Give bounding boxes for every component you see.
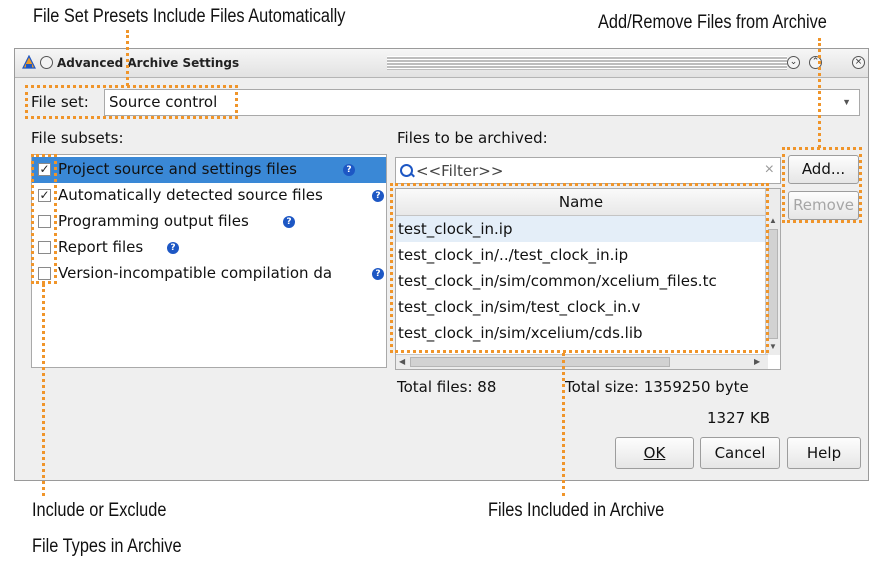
scroll-down-icon[interactable]: ▼ [769, 342, 777, 351]
guide-checkbox-column-box [31, 154, 57, 284]
help-icon[interactable]: ? [343, 164, 355, 176]
guide-file-set-box [25, 85, 238, 119]
chevron-down-icon: ▼ [842, 97, 851, 107]
callout-files-included: Files Included in Archive [488, 500, 665, 521]
files-to-archive-label: Files to be archived: [397, 129, 548, 147]
subset-label: Project source and settings files [58, 160, 297, 178]
callout-include-exclude-1: Include or Exclude [32, 500, 167, 521]
callout-add-remove: Add/Remove Files from Archive [598, 12, 827, 33]
title-grip [387, 56, 787, 70]
title-bar[interactable]: Advanced Archive Settings ⌄ ⌃ × [15, 49, 868, 78]
guide-include-exclude-stem [42, 284, 45, 496]
list-item-version-incompatible[interactable]: Version-incompatible compilation da ? [32, 261, 386, 287]
close-icon[interactable]: × [852, 56, 865, 69]
help-button[interactable]: Help [787, 437, 861, 469]
subset-label: Report files [58, 238, 144, 256]
search-icon [400, 164, 413, 177]
window-title: Advanced Archive Settings [57, 56, 240, 70]
clear-icon[interactable]: × [765, 161, 774, 179]
help-icon[interactable]: ? [372, 190, 384, 202]
ok-button[interactable]: OK [615, 437, 694, 469]
file-subsets-label: File subsets: [31, 129, 124, 147]
subset-label: Automatically detected source files [58, 186, 323, 204]
filter-placeholder: <<Filter>> [416, 162, 504, 180]
list-item-report-files[interactable]: Report files ? [32, 235, 386, 261]
list-item-auto-detected[interactable]: ✓ Automatically detected source files ? [32, 183, 386, 209]
subset-label: Version-incompatible compilation da [58, 264, 333, 282]
guide-file-set-stem [126, 30, 129, 86]
horizontal-scrollbar[interactable]: ◀ ▶ [396, 354, 768, 369]
guide-files-stem [562, 353, 565, 496]
list-item-programming-output[interactable]: Programming output files ? [32, 209, 386, 235]
guide-add-remove-stem [818, 38, 821, 148]
file-subsets-list: ✓ Project source and settings files ? ✓ … [31, 154, 387, 368]
total-size: Total size: 1359250 byte [565, 378, 749, 396]
callout-include-exclude-2: File Types in Archive [32, 536, 182, 557]
quartus-app-icon [22, 55, 36, 69]
help-icon[interactable]: ? [283, 216, 295, 228]
help-icon[interactable]: ? [372, 268, 384, 280]
list-item-project-source[interactable]: ✓ Project source and settings files ? [32, 157, 386, 183]
guide-files-box [390, 183, 769, 353]
window-menu-icon[interactable] [40, 56, 53, 69]
horizontal-scroll-thumb[interactable] [410, 357, 670, 367]
scroll-left-icon[interactable]: ◀ [399, 357, 405, 366]
scroll-right-icon[interactable]: ▶ [754, 357, 760, 366]
minimize-icon[interactable]: ⌄ [787, 56, 800, 69]
filter-input[interactable]: <<Filter>> × [395, 157, 781, 184]
total-files: Total files: 88 [397, 378, 497, 396]
cancel-button[interactable]: Cancel [700, 437, 780, 469]
total-kb: 1327 KB [707, 409, 771, 427]
scroll-up-icon[interactable]: ▲ [769, 216, 777, 225]
help-icon[interactable]: ? [167, 242, 179, 254]
vertical-scroll-thumb[interactable] [768, 229, 778, 339]
guide-add-remove-box [782, 147, 862, 223]
callout-file-set-presets: File Set Presets Include Files Automatic… [33, 6, 346, 27]
subset-label: Programming output files [58, 212, 249, 230]
